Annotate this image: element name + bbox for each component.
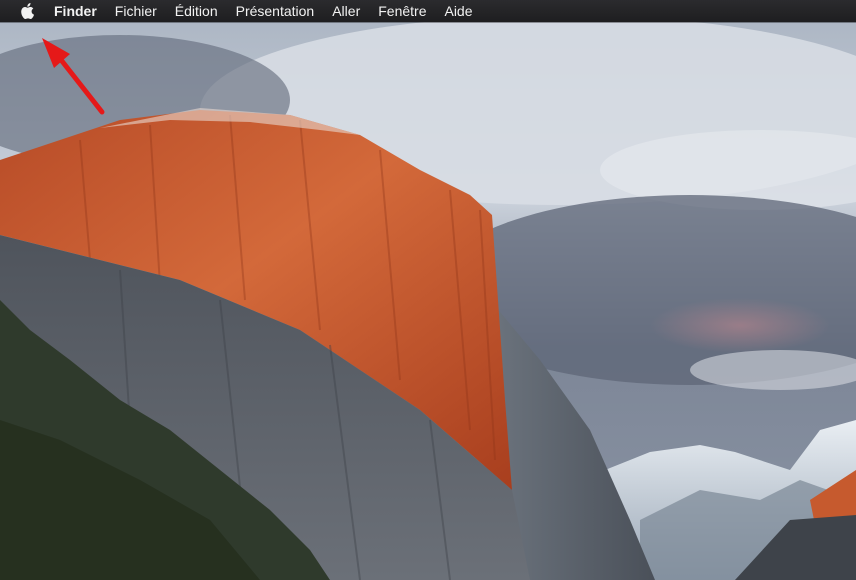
menu-fenetre[interactable]: Fenêtre	[369, 0, 435, 22]
apple-menu[interactable]	[9, 0, 45, 22]
menu-presentation[interactable]: Présentation	[227, 0, 324, 22]
menu-bar: Finder Fichier Édition Présentation Alle…	[0, 0, 856, 22]
apple-icon	[21, 3, 34, 19]
menu-fichier[interactable]: Fichier	[106, 0, 166, 22]
menu-aller[interactable]: Aller	[323, 0, 369, 22]
screen: Finder Fichier Édition Présentation Alle…	[0, 0, 856, 580]
menu-edition[interactable]: Édition	[166, 0, 227, 22]
menu-app-finder[interactable]: Finder	[45, 0, 106, 22]
menu-aide[interactable]: Aide	[435, 0, 481, 22]
desktop-wallpaper	[0, 0, 856, 580]
